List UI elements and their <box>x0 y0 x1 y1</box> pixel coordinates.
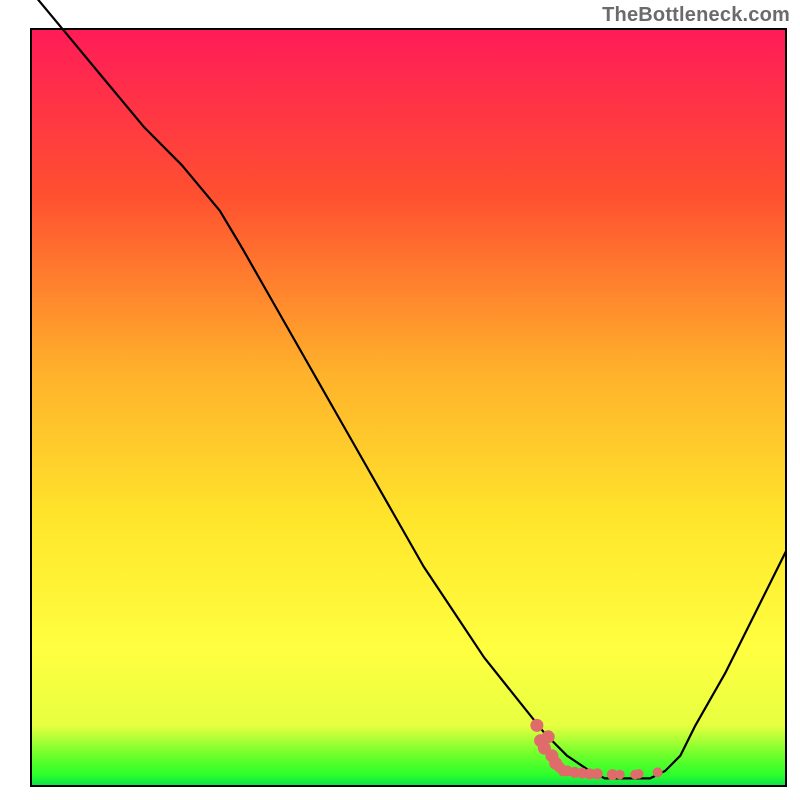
marker-dot <box>634 769 644 779</box>
marker-dot <box>530 719 543 732</box>
attribution-label: TheBottleneck.com <box>602 4 790 27</box>
chart-container: TheBottleneck.com <box>0 0 800 800</box>
marker-dot <box>615 770 625 780</box>
plot-svg <box>0 0 800 800</box>
marker-dot <box>542 730 555 743</box>
plot-background <box>31 29 786 786</box>
marker-dot <box>592 768 603 779</box>
marker-dot <box>653 767 663 777</box>
